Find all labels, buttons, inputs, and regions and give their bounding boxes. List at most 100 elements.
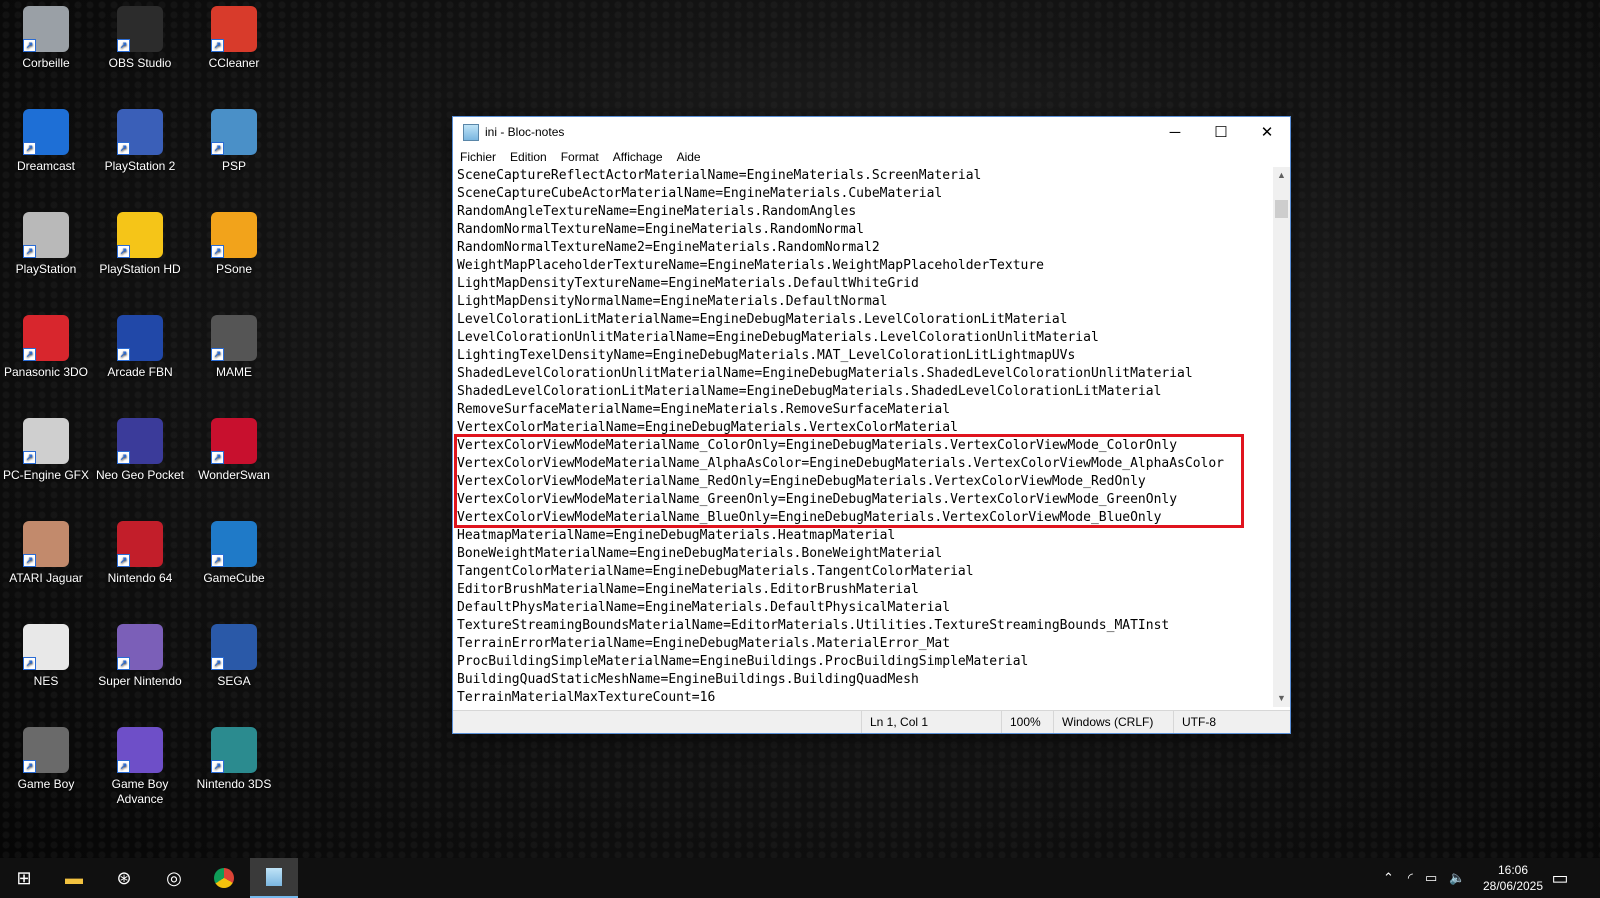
desktop-shortcut[interactable]: ↗ PSP	[188, 103, 280, 174]
obs-icon[interactable]: ◎	[150, 858, 198, 898]
menu-fichier[interactable]: Fichier	[453, 150, 503, 164]
dolphin-icon: ↗	[211, 521, 257, 567]
text-line[interactable]: VertexColorViewModeMaterialName_AlphaAsC…	[453, 455, 1273, 473]
desktop-shortcut[interactable]: ↗ Game Boy	[0, 721, 92, 792]
obs-icon: ↗	[117, 6, 163, 52]
text-line[interactable]: DefaultPhysMaterialName=EngineMaterials.…	[453, 599, 1273, 617]
desktop-shortcut[interactable]: ↗ Panasonic 3DO	[0, 309, 92, 380]
clock-date: 28/06/2025	[1482, 879, 1544, 893]
text-line[interactable]: TerrainErrorMaterialName=EngineDebugMate…	[453, 635, 1273, 653]
text-line[interactable]: VertexColorViewModeMaterialName_GreenOnl…	[453, 491, 1273, 509]
shortcut-arrow-icon: ↗	[23, 554, 36, 567]
text-line[interactable]: VertexColorViewModeMaterialName_ColorOnl…	[453, 437, 1273, 455]
desktop-shortcut[interactable]: ↗ Nintendo 64	[94, 515, 186, 586]
chevron-up-icon[interactable]: ⌃	[1383, 870, 1394, 886]
shortcut-arrow-icon: ↗	[23, 39, 36, 52]
title-bar[interactable]: ini - Bloc-notes ─ ☐ ✕	[453, 117, 1290, 147]
desktop-shortcut[interactable]: ↗ OBS Studio	[94, 0, 186, 71]
desktop-shortcut[interactable]: ↗ PlayStation 2	[94, 103, 186, 174]
desktop-shortcut[interactable]: ↗ MAME	[188, 309, 280, 380]
text-line[interactable]: LevelColorationLitMaterialName=EngineDeb…	[453, 311, 1273, 329]
text-line[interactable]: TextureStreamingBoundsMaterialName=Edito…	[453, 617, 1273, 635]
text-line[interactable]: BoneWeightMaterialName=EngineDebugMateri…	[453, 545, 1273, 563]
desktop-shortcut[interactable]: ↗ Nintendo 3DS	[188, 721, 280, 792]
text-line[interactable]: EditorBrushMaterialName=EngineMaterials.…	[453, 581, 1273, 599]
eye-icon: ↗	[23, 624, 69, 670]
scroll-down-icon[interactable]: ▼	[1273, 690, 1290, 707]
desktop-shortcut[interactable]: ↗ Game Boy Advance	[94, 721, 186, 807]
text-line[interactable]: RandomAngleTextureName=EngineMaterials.R…	[453, 203, 1273, 221]
desktop-shortcut[interactable]: ↗ NES	[0, 618, 92, 689]
chrome-icon[interactable]	[200, 858, 248, 898]
start-icon[interactable]: ⊞	[0, 858, 48, 898]
maximize-button[interactable]: ☐	[1198, 117, 1244, 147]
desktop-shortcut[interactable]: ↗ Arcade FBN	[94, 309, 186, 380]
text-line[interactable]: TerrainMaterialMaxTextureCount=16	[453, 689, 1273, 707]
shortcut-arrow-icon: ↗	[211, 245, 224, 258]
text-line[interactable]: LevelColorationUnlitMaterialName=EngineD…	[453, 329, 1273, 347]
text-line[interactable]: WeightMapPlaceholderTextureName=EngineMa…	[453, 257, 1273, 275]
text-line[interactable]: BuildingQuadStaticMeshName=EngineBuildin…	[453, 671, 1273, 689]
text-line[interactable]: SceneCaptureReflectActorMaterialName=Eng…	[453, 167, 1273, 185]
kega-icon: ↗	[211, 624, 257, 670]
battery-icon[interactable]: ▭	[1425, 870, 1437, 886]
text-line[interactable]: LightMapDensityNormalName=EngineMaterial…	[453, 293, 1273, 311]
clock[interactable]: 16:06 28/06/2025	[1478, 862, 1548, 894]
notification-icon[interactable]: ▭	[1540, 858, 1580, 898]
shortcut-arrow-icon: ↗	[117, 657, 130, 670]
desktop-shortcut[interactable]: ↗ PC-Engine GFX	[0, 412, 92, 483]
desktop-shortcut-label: Arcade FBN	[107, 365, 173, 379]
menu-affichage[interactable]: Affichage	[606, 150, 670, 164]
text-line[interactable]: TangentColorMaterialName=EngineDebugMate…	[453, 563, 1273, 581]
cursor-position: Ln 1, Col 1	[861, 711, 990, 733]
minimize-button[interactable]: ─	[1152, 117, 1198, 147]
desktop-shortcut-label: PC-Engine GFX	[2, 468, 90, 482]
menu-edition[interactable]: Edition	[503, 150, 554, 164]
text-line[interactable]: LightingTexelDensityName=EngineDebugMate…	[453, 347, 1273, 365]
text-line[interactable]: RandomNormalTextureName=EngineMaterials.…	[453, 221, 1273, 239]
desktop-shortcut[interactable]: ↗ Corbeille	[0, 0, 92, 71]
text-line[interactable]: ShadedLevelColorationUnlitMaterialName=E…	[453, 365, 1273, 383]
fbneo-icon: ↗	[117, 315, 163, 361]
close-button[interactable]: ✕	[1244, 117, 1290, 147]
text-line[interactable]: ShadedLevelColorationLitMaterialName=Eng…	[453, 383, 1273, 401]
psone-icon: ↗	[211, 212, 257, 258]
desktop-shortcut[interactable]: ↗ PlayStation	[0, 206, 92, 277]
desktop-shortcut[interactable]: ↗ ATARI Jaguar	[0, 515, 92, 586]
text-editor[interactable]: SceneCaptureReflectActorMaterialName=Eng…	[453, 167, 1273, 707]
desktop-shortcut[interactable]: ↗ Dreamcast	[0, 103, 92, 174]
text-line[interactable]: RandomNormalTextureName2=EngineMaterials…	[453, 239, 1273, 257]
scroll-thumb[interactable]	[1275, 200, 1288, 218]
text-line[interactable]: SceneCaptureCubeActorMaterialName=Engine…	[453, 185, 1273, 203]
desktop-shortcut-label: PlayStation HD	[99, 262, 181, 276]
wifi-icon[interactable]: ◜	[1408, 870, 1413, 886]
desktop-shortcut[interactable]: ↗ GameCube	[188, 515, 280, 586]
desktop-shortcut[interactable]: ↗ Neo Geo Pocket	[94, 412, 186, 483]
desktop-shortcut[interactable]: ↗ CCleaner	[188, 0, 280, 71]
desktop-shortcut[interactable]: ↗ WonderSwan	[188, 412, 280, 483]
retroarch-icon[interactable]: ⊛	[100, 858, 148, 898]
scroll-up-icon[interactable]: ▲	[1273, 167, 1290, 184]
text-line[interactable]: VertexColorViewModeMaterialName_BlueOnly…	[453, 509, 1273, 527]
desktop-shortcut[interactable]: ↗ PSone	[188, 206, 280, 277]
shortcut-arrow-icon: ↗	[211, 657, 224, 670]
text-line[interactable]: VertexColorMaterialName=EngineDebugMater…	[453, 419, 1273, 437]
desktop-shortcut[interactable]: ↗ SEGA	[188, 618, 280, 689]
volume-icon[interactable]: 🔈	[1449, 870, 1465, 886]
vertical-scrollbar[interactable]: ▲ ▼	[1273, 167, 1290, 707]
text-line[interactable]: LightMapDensityTextureName=EngineMateria…	[453, 275, 1273, 293]
text-line[interactable]: HeatmapMaterialName=EngineDebugMaterials…	[453, 527, 1273, 545]
shortcut-arrow-icon: ↗	[117, 554, 130, 567]
menu-format[interactable]: Format	[554, 150, 606, 164]
3ds-icon: ↗	[211, 727, 257, 773]
system-tray: ⌃ ◜ ▭ 🔈	[1383, 858, 1465, 898]
menu-aide[interactable]: Aide	[670, 150, 708, 164]
notepad-window[interactable]: ini - Bloc-notes ─ ☐ ✕ Fichier Edition F…	[452, 116, 1291, 734]
text-line[interactable]: RemoveSurfaceMaterialName=EngineMaterial…	[453, 401, 1273, 419]
text-line[interactable]: ProcBuildingSimpleMaterialName=EngineBui…	[453, 653, 1273, 671]
desktop-shortcut[interactable]: ↗ PlayStation HD	[94, 206, 186, 277]
text-line[interactable]: VertexColorViewModeMaterialName_RedOnly=…	[453, 473, 1273, 491]
notepad-icon[interactable]	[250, 858, 298, 898]
desktop-shortcut[interactable]: ↗ Super Nintendo	[94, 618, 186, 689]
file-explorer-icon[interactable]: ▬	[50, 858, 98, 898]
